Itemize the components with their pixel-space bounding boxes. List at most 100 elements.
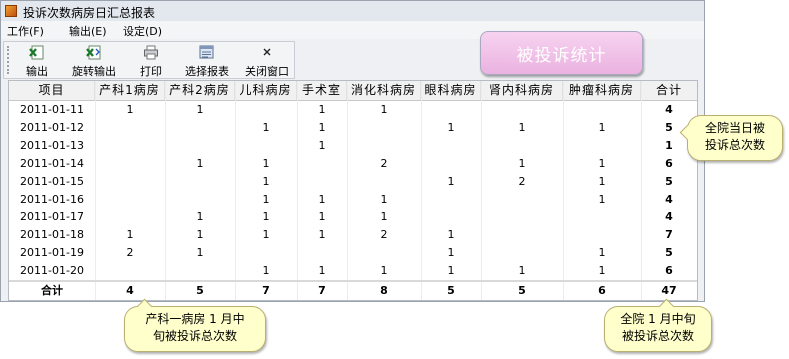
row-count: 1: [262, 120, 270, 134]
header-gastroenterology[interactable]: 消化科病房: [347, 81, 421, 100]
row-count: [421, 155, 481, 172]
total-nephrology: 5: [518, 284, 526, 297]
callout-grand-line-2: 被投诉总次数: [621, 329, 694, 343]
table-row[interactable]: 2011-01-13 1 1: [9, 137, 697, 154]
header-operating-room[interactable]: 手术室: [297, 81, 347, 100]
row-count: 1: [447, 264, 455, 278]
table-row[interactable]: 2011-01-18 1 1 1 1 2 1 7: [9, 226, 697, 243]
table-row[interactable]: 2011-01-11 1 1 1 1 4: [9, 101, 697, 118]
row-count: [421, 137, 481, 154]
select-report-button[interactable]: 选择报表: [182, 44, 232, 78]
row-count: 1: [598, 120, 606, 134]
callout-daily-line-2: 投诉总次数: [704, 138, 765, 152]
export-button[interactable]: 输出: [20, 44, 54, 78]
row-count: 1: [318, 264, 326, 278]
row-count: 1: [318, 192, 326, 206]
row-count: [347, 137, 421, 154]
row-count: 1: [262, 264, 270, 278]
row-count: [297, 173, 347, 190]
header-ophthalmology[interactable]: 眼科病房: [421, 81, 481, 100]
row-count: [165, 191, 235, 208]
row-count: [165, 137, 235, 154]
row-date: 2011-01-12: [20, 120, 84, 134]
row-count: 1: [318, 210, 326, 224]
table-row[interactable]: 2011-01-12 1 1 1 1 1 5: [9, 119, 697, 136]
callout-daily-total: 全院当日被 投诉总次数: [679, 115, 783, 161]
row-count: 1: [318, 120, 326, 134]
row-count: [481, 208, 563, 225]
menu-work[interactable]: 工作(F): [7, 23, 44, 39]
row-total: 7: [665, 228, 673, 242]
row-count: [563, 101, 641, 118]
header-pediatrics[interactable]: 儿科病房: [235, 81, 297, 100]
row-count: 1: [380, 264, 388, 278]
row-count: 1: [447, 120, 455, 134]
table-row[interactable]: 2011-01-14 1 1 2 1 1 6: [9, 155, 697, 172]
total-label: 合计: [41, 284, 63, 297]
title-bar: 投诉次数病房日汇总报表: [1, 1, 704, 22]
menu-settings[interactable]: 设定(D): [123, 23, 162, 39]
row-total: 6: [665, 156, 673, 170]
header-oncology[interactable]: 肿瘤科病房: [563, 81, 641, 100]
total-operating-room: 7: [318, 284, 326, 297]
total-obstetrics-2: 5: [196, 284, 204, 297]
row-count: [347, 119, 421, 136]
total-obstetrics-1: 4: [126, 284, 134, 297]
excel-rotate-icon: [86, 45, 101, 60]
close-window-button[interactable]: 关闭窗口: [240, 44, 294, 78]
menu-export[interactable]: 输出(E): [69, 23, 107, 39]
row-count: [95, 137, 165, 154]
report-window: 投诉次数病房日汇总报表 工作(F) 输出(E) 设定(D) 输出 旋转输出 打印…: [0, 0, 705, 302]
row-count: [421, 191, 481, 208]
row-count: 1: [518, 264, 526, 278]
app-icon: [5, 5, 17, 17]
header-item[interactable]: 项目: [9, 81, 95, 100]
header-obstetrics-1[interactable]: 产科1病房: [95, 81, 165, 100]
header-obstetrics-2[interactable]: 产科2病房: [165, 81, 235, 100]
table-row[interactable]: 2011-01-19 2 1 1 1 5: [9, 244, 697, 261]
print-button[interactable]: 打印: [134, 44, 168, 78]
row-count: 1: [598, 156, 606, 170]
row-date: 2011-01-14: [20, 156, 84, 170]
table-row[interactable]: 2011-01-17 1 1 1 1 4: [9, 208, 697, 225]
row-count: [347, 173, 421, 190]
row-count: 1: [196, 210, 204, 224]
row-count: 1: [447, 174, 455, 188]
toolbar-grip[interactable]: [7, 46, 11, 74]
row-date: 2011-01-18: [20, 228, 84, 242]
row-count: 1: [262, 174, 270, 188]
callout-daily-line-1: 全院当日被: [704, 121, 765, 135]
row-count: 2: [518, 174, 526, 188]
row-date: 2011-01-20: [20, 264, 84, 278]
rotate-export-button[interactable]: 旋转输出: [66, 44, 122, 78]
row-count: 1: [262, 192, 270, 206]
row-count: 2: [126, 246, 134, 260]
row-count: [297, 155, 347, 172]
table-row[interactable]: 2011-01-15 1 1 2 1 5: [9, 173, 697, 190]
row-count: [165, 173, 235, 190]
header-total[interactable]: 合计: [641, 81, 697, 100]
callout-ward-total: 产科一病房 1 月中 旬被投诉总次数: [124, 298, 266, 352]
row-count: 1: [380, 103, 388, 116]
row-count: [481, 191, 563, 208]
header-nephrology[interactable]: 肾内科病房: [481, 81, 563, 100]
row-count: [95, 155, 165, 172]
grand-total: 47: [661, 284, 677, 297]
row-count: [165, 262, 235, 279]
callout-grand-total: 全院 1 月中旬 被投诉总次数: [604, 298, 712, 352]
export-label: 输出: [26, 65, 48, 78]
row-count: [347, 244, 421, 261]
row-count: 1: [518, 120, 526, 134]
table-row[interactable]: 2011-01-20 1 1 1 1 1 1 6: [9, 262, 697, 279]
row-count: [95, 191, 165, 208]
toolbar: 输出 旋转输出 打印 选择报表 关闭窗口: [3, 41, 295, 79]
table-row[interactable]: 2011-01-16 1 1 1 1 4: [9, 191, 697, 208]
row-count: 1: [196, 228, 204, 242]
row-count: 1: [447, 246, 455, 260]
row-count: 1: [262, 228, 270, 242]
row-count: [95, 262, 165, 279]
row-total: 5: [665, 246, 673, 260]
report-select-icon: [199, 45, 214, 59]
row-count: 1: [196, 246, 204, 260]
row-count: 2: [380, 228, 388, 242]
